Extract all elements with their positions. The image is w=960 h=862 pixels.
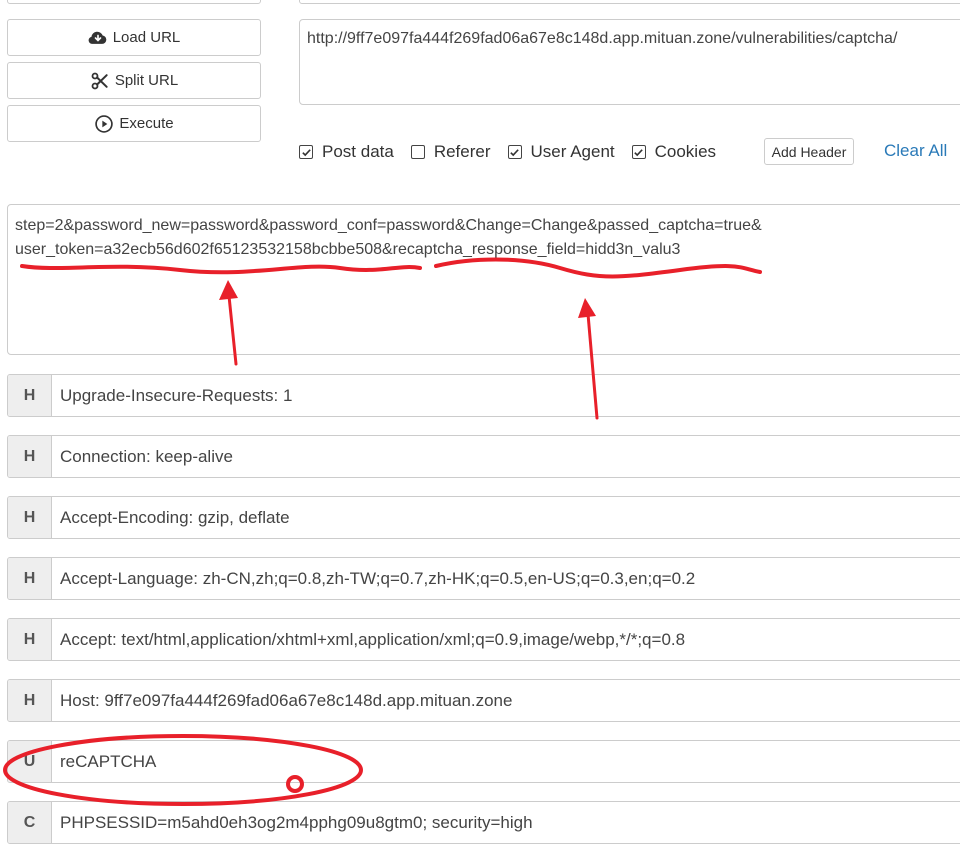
add-header-button[interactable]: Add Header — [764, 138, 854, 165]
referer-checkbox[interactable] — [410, 145, 425, 159]
header-type-badge[interactable]: C — [8, 802, 52, 843]
cookies-option[interactable]: Cookies — [631, 142, 717, 162]
referer-option[interactable]: Referer — [410, 142, 491, 162]
header-row: H Accept-Encoding: gzip, deflate — [7, 496, 960, 539]
header-row: H Accept: text/html,application/xhtml+xm… — [7, 618, 960, 661]
user-agent-option[interactable]: User Agent — [507, 142, 615, 162]
header-row: H Connection: keep-alive — [7, 435, 960, 478]
top-field-edge — [299, 0, 960, 4]
user-agent-checkbox[interactable] — [507, 145, 522, 159]
scissors-icon — [91, 72, 108, 89]
split-url-button[interactable]: Split URL — [7, 62, 261, 99]
header-row: H Upgrade-Insecure-Requests: 1 — [7, 374, 960, 417]
top-strip — [0, 0, 960, 10]
user-agent-label: User Agent — [530, 142, 615, 161]
post-data-textarea[interactable]: step=2&password_new=password&password_co… — [7, 204, 960, 355]
play-circle-icon — [95, 114, 114, 133]
cookies-checkbox[interactable] — [631, 145, 646, 159]
checkmark-icon — [301, 148, 311, 156]
clear-all-link[interactable]: Clear All — [884, 141, 947, 161]
checkmark-icon — [510, 148, 519, 156]
post-data-option[interactable]: Post data — [299, 142, 394, 162]
checkmark-icon — [634, 148, 643, 156]
header-value[interactable]: Connection: keep-alive — [52, 436, 233, 477]
load-url-button[interactable]: Load URL — [7, 19, 261, 56]
cookies-label: Cookies — [654, 142, 717, 161]
header-type-badge[interactable]: U — [8, 741, 52, 782]
split-url-label: Split URL — [114, 72, 179, 89]
header-type-badge[interactable]: H — [8, 680, 52, 721]
header-type-badge[interactable]: H — [8, 558, 52, 599]
header-value[interactable]: Host: 9ff7e097fa444f269fad06a67e8c148d.a… — [52, 680, 512, 721]
header-value[interactable]: Accept: text/html,application/xhtml+xml,… — [52, 619, 685, 660]
cloud-download-icon — [88, 31, 107, 44]
header-value[interactable]: Accept-Encoding: gzip, deflate — [52, 497, 290, 538]
header-list: H Upgrade-Insecure-Requests: 1 H Connect… — [7, 374, 960, 862]
post-data-checkbox[interactable] — [299, 145, 313, 159]
load-url-label: Load URL — [112, 29, 181, 46]
post-data-label: Post data — [322, 142, 394, 161]
header-value[interactable]: PHPSESSID=m5ahd0eh3og2m4pphg09u8gtm0; se… — [52, 802, 533, 843]
options-bar: Post data Referer User Agent Cookies — [299, 140, 733, 164]
url-input[interactable]: http://9ff7e097fa444f269fad06a67e8c148d.… — [299, 19, 960, 105]
header-type-badge[interactable]: H — [8, 497, 52, 538]
header-row: U reCAPTCHA — [7, 740, 960, 783]
header-value[interactable]: reCAPTCHA — [52, 741, 156, 782]
header-row: H Accept-Language: zh-CN,zh;q=0.8,zh-TW;… — [7, 557, 960, 600]
toolbar: Load URL Split URL Execute — [7, 19, 261, 148]
header-value[interactable]: Upgrade-Insecure-Requests: 1 — [52, 375, 292, 416]
header-type-badge[interactable]: H — [8, 619, 52, 660]
header-type-badge[interactable]: H — [8, 375, 52, 416]
top-button-edge — [7, 0, 261, 4]
execute-label: Execute — [119, 115, 174, 132]
header-row: H Host: 9ff7e097fa444f269fad06a67e8c148d… — [7, 679, 960, 722]
header-type-badge[interactable]: H — [8, 436, 52, 477]
header-row: C PHPSESSID=m5ahd0eh3og2m4pphg09u8gtm0; … — [7, 801, 960, 844]
header-value[interactable]: Accept-Language: zh-CN,zh;q=0.8,zh-TW;q=… — [52, 558, 695, 599]
referer-label: Referer — [433, 142, 491, 161]
execute-button[interactable]: Execute — [7, 105, 261, 142]
